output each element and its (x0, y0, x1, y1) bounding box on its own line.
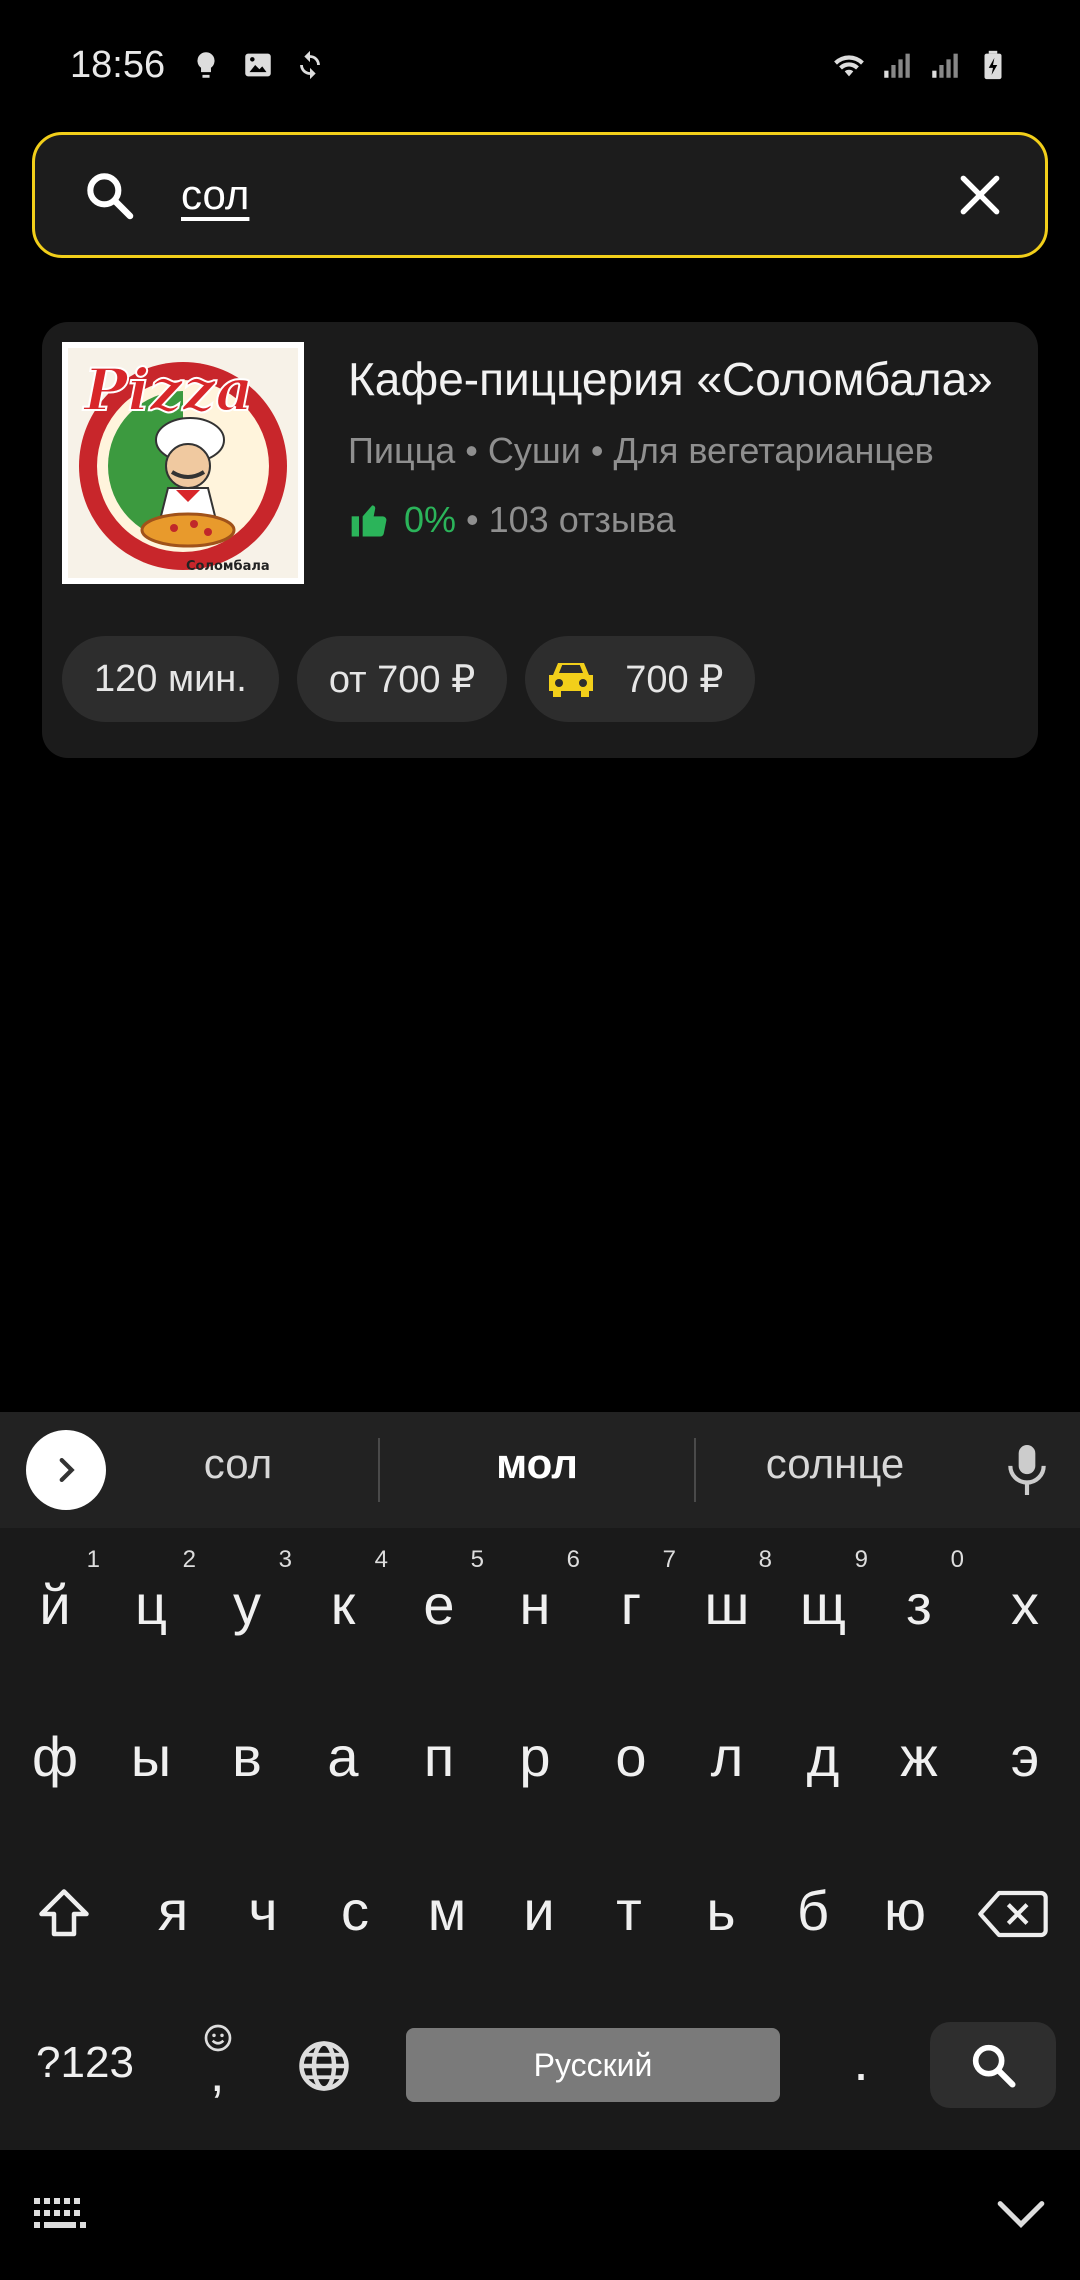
car-icon (549, 663, 594, 697)
signal-icon (884, 53, 910, 78)
search-icon (87, 173, 134, 220)
svg-text:Соломбала: Соломбала (186, 559, 270, 574)
search-key[interactable] (930, 2022, 1056, 2108)
key-у[interactable]: у3 (202, 1546, 292, 1637)
restaurant-card[interactable]: Pizza Соломбала Кафе-пиццерия «Соломбала… (42, 322, 1038, 758)
restaurant-logo: Pizza Соломбала (62, 342, 304, 584)
signal-icon (932, 53, 958, 78)
restaurant-title: Кафе-пиццерия «Соломбала» (348, 353, 993, 405)
key-в[interactable]: в (202, 1724, 292, 1789)
chevron-right-icon (59, 1457, 75, 1483)
restaurant-rating: 0% • 103 отзыва (348, 498, 676, 542)
key-н[interactable]: н6 (490, 1546, 580, 1637)
search-field[interactable]: сол (32, 132, 1048, 258)
key-т[interactable]: т (584, 1878, 674, 1943)
key-ш[interactable]: ш8 (682, 1546, 772, 1637)
key-ы[interactable]: ы (106, 1724, 196, 1789)
suggestion-divider (378, 1438, 380, 1502)
status-bar: 18:56 (0, 0, 1080, 130)
key-ц[interactable]: ц2 (106, 1546, 196, 1637)
reviews-count: 103 отзыва (488, 499, 676, 540)
key-й[interactable]: й1 (10, 1546, 100, 1637)
search-input[interactable]: сол (181, 171, 955, 219)
key-м[interactable]: м (402, 1878, 492, 1943)
key-о[interactable]: о (586, 1724, 676, 1789)
svg-text:Pizza: Pizza (82, 356, 253, 424)
globe-icon[interactable] (294, 2036, 354, 2096)
restaurant-tags: Пицца • Суши • Для вегетарианцев (348, 430, 934, 471)
status-time: 18:56 (70, 43, 166, 86)
space-key[interactable]: Русский (406, 2028, 780, 2102)
key-х[interactable]: х (980, 1572, 1070, 1637)
battery-charging-icon (984, 50, 1002, 80)
key-р[interactable]: р (490, 1724, 580, 1789)
key-ч[interactable]: ч (218, 1878, 308, 1943)
key-щ[interactable]: щ9 (778, 1546, 868, 1637)
key-д[interactable]: д (778, 1724, 868, 1789)
microphone-icon[interactable] (1002, 1440, 1052, 1500)
clear-search-icon[interactable] (955, 170, 1005, 220)
thumbs-up-icon (351, 505, 387, 537)
delivery-time-chip: 120 мин. (62, 636, 279, 722)
key-ф[interactable]: ф (10, 1724, 100, 1789)
suggestion-bar: сол мол солнце (0, 1412, 1080, 1528)
key-л[interactable]: л (682, 1724, 772, 1789)
key-ю[interactable]: ю (860, 1878, 950, 1943)
key-и[interactable]: и (494, 1878, 584, 1943)
delivery-price: 700 ₽ (625, 658, 724, 701)
key-е[interactable]: е5 (394, 1546, 484, 1637)
key-ж[interactable]: ж (874, 1724, 964, 1789)
suggestion-2[interactable]: мол (387, 1440, 687, 1488)
rating-percent: 0% (404, 499, 457, 540)
comma-label: , (210, 2045, 225, 2103)
key-ь[interactable]: ь (676, 1878, 766, 1943)
image-icon (245, 53, 271, 77)
key-з[interactable]: з0 (874, 1546, 964, 1637)
search-icon (972, 2044, 1016, 2088)
min-order-chip: от 700 ₽ (296, 636, 508, 722)
rating-separator: • (466, 499, 479, 540)
key-э[interactable]: э (980, 1724, 1070, 1789)
period-key[interactable]: . (816, 2028, 906, 2093)
navigation-bar (0, 2150, 1080, 2280)
key-с[interactable]: с (310, 1878, 400, 1943)
shift-icon[interactable] (34, 1884, 94, 1944)
sync-icon (300, 50, 321, 80)
keyboard-switch-icon[interactable] (32, 2196, 88, 2232)
bulb-icon (197, 52, 215, 78)
suggestion-3[interactable]: солнце (685, 1440, 985, 1488)
backspace-icon[interactable] (978, 1886, 1048, 1942)
key-б[interactable]: б (768, 1878, 858, 1943)
delivery-price-chip: 700 ₽ (525, 636, 756, 722)
suggestion-1[interactable]: сол (88, 1440, 388, 1488)
key-а[interactable]: а (298, 1724, 388, 1789)
hide-keyboard-icon[interactable] (996, 2194, 1046, 2234)
key-п[interactable]: п (394, 1724, 484, 1789)
emoji-comma-key[interactable]: , (196, 2022, 240, 2103)
key-к[interactable]: к4 (298, 1546, 388, 1637)
key-г[interactable]: г7 (586, 1546, 676, 1637)
keyboard: сол мол солнце й1 ц2 у3 к4 е5 н6 г7 ш8 щ… (0, 1412, 1080, 2150)
symbols-key[interactable]: ?123 (30, 2038, 140, 2088)
key-я[interactable]: я (128, 1878, 218, 1943)
wifi-icon (834, 55, 864, 77)
